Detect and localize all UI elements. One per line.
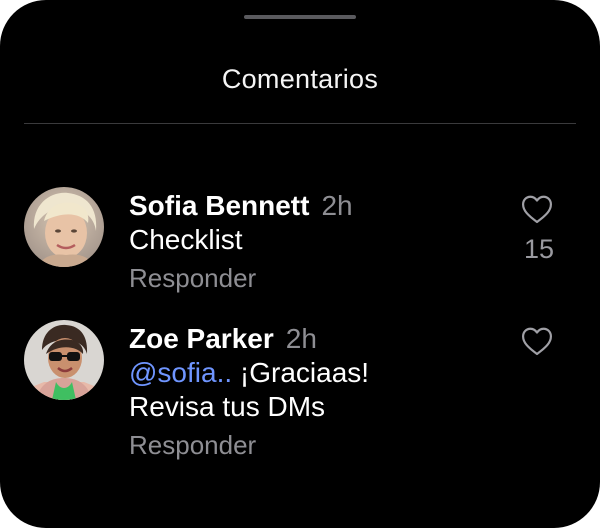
comments-sheet: Comentarios Sofia Bennett 2h Checklist R…	[0, 0, 600, 528]
comment-text: @sofia.. ¡Graciaas!	[129, 356, 504, 390]
comment-text: Checklist	[129, 224, 243, 255]
heart-outline-icon	[522, 195, 552, 224]
like-button[interactable]	[520, 326, 554, 356]
heart-outline-icon	[522, 327, 552, 356]
sheet-title: Comentarios	[221, 64, 379, 94]
author-name[interactable]: Zoe Parker	[129, 323, 274, 354]
comment-text-line2: Revisa tus DMs	[129, 391, 326, 422]
avatar[interactable]	[24, 187, 104, 267]
comment-header: Zoe Parker 2h	[129, 322, 504, 356]
avatar[interactable]	[24, 320, 104, 400]
author-name[interactable]: Sofia Bennett	[129, 190, 309, 221]
reply-button[interactable]: Responder	[129, 427, 504, 463]
drag-handle[interactable]	[244, 15, 356, 19]
timestamp: 2h	[321, 190, 353, 221]
comment-header: Sofia Bennett 2h	[129, 189, 504, 223]
like-count: 15	[523, 234, 554, 264]
like-button[interactable]	[520, 194, 554, 224]
divider	[24, 123, 576, 124]
user-mention[interactable]: @sofia..	[129, 357, 232, 388]
comment-text-line1: ¡Graciaas!	[232, 357, 370, 388]
timestamp: 2h	[285, 323, 317, 354]
reply-button[interactable]: Responder	[129, 260, 504, 296]
